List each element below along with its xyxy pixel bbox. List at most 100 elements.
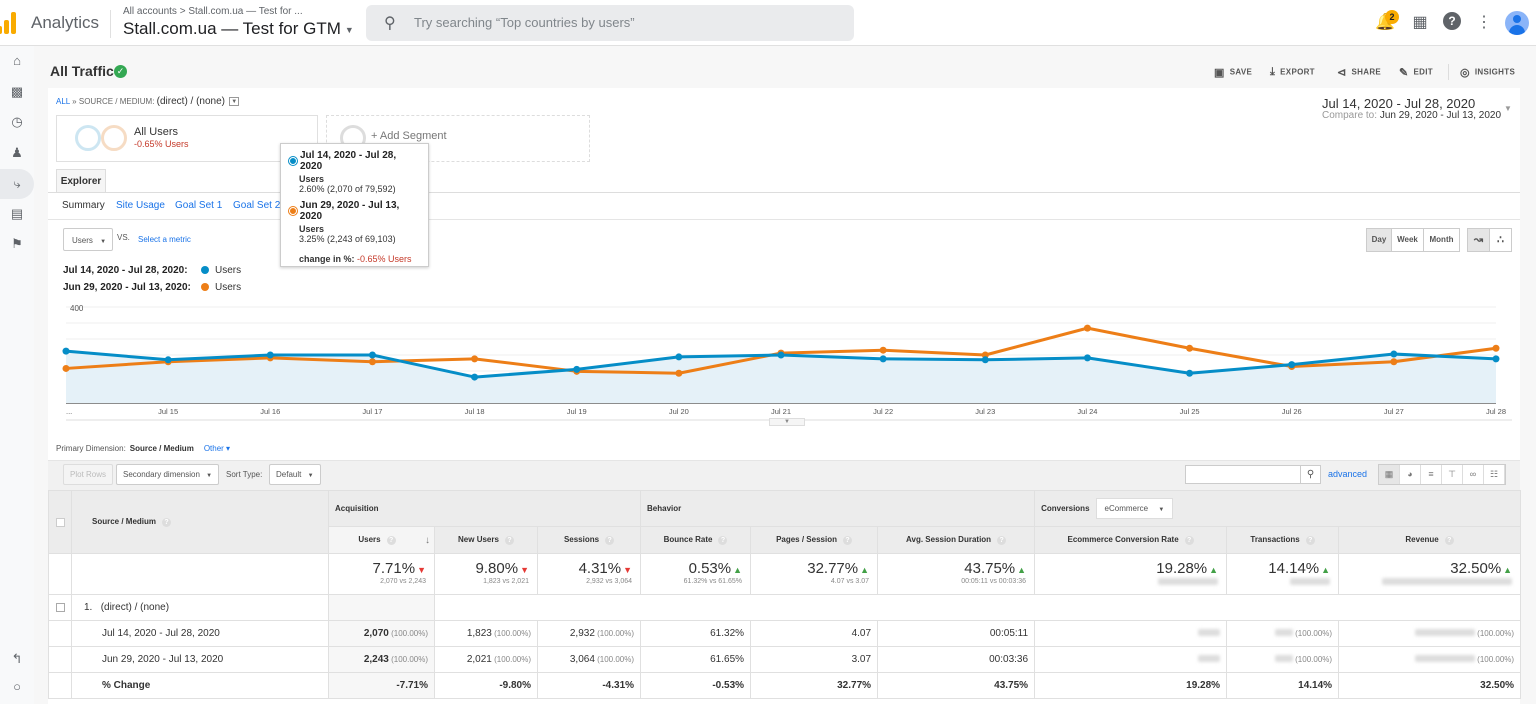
table-cell: 00:03:36	[877, 646, 1036, 673]
breadcrumb-all-link[interactable]: ALL	[56, 97, 70, 106]
chevron-down-icon[interactable]: ▼	[1504, 104, 1512, 113]
save-button[interactable]: ▣ SAVE	[1214, 66, 1252, 79]
subtab-goal-set-1[interactable]: Goal Set 1	[175, 200, 222, 211]
help-icon[interactable]: ?	[1443, 12, 1461, 30]
column-header[interactable]: New Users?	[434, 526, 538, 554]
discover-lightbulb-icon[interactable]: ○	[0, 672, 34, 702]
total-cell: 14.14% ▲	[1226, 553, 1340, 595]
property-selector[interactable]: Stall.com.ua — Test for GTM ▼	[123, 19, 354, 39]
attribution-icon[interactable]: ↰	[0, 644, 34, 674]
other-dimension-link[interactable]: Other ▾	[204, 444, 230, 453]
tooltip-previous-value: 3.25% (2,243 of 69,103)	[299, 234, 396, 244]
breadcrumb-dropdown-icon[interactable]: ▼	[229, 97, 240, 107]
realtime-clock-icon[interactable]: ◷	[0, 107, 34, 137]
sort-type-label: Sort Type:	[226, 470, 263, 479]
total-change-pct: 32.50%	[1450, 560, 1502, 577]
column-header[interactable]: Avg. Session Duration?	[877, 526, 1036, 554]
row-label: % Change	[71, 672, 329, 699]
select-all-checkbox[interactable]	[55, 517, 65, 527]
add-segment-label: + Add Segment	[371, 130, 447, 142]
chart-collapse-handle[interactable]: ▼	[769, 418, 805, 426]
granularity-week-button[interactable]: Week	[1391, 228, 1424, 252]
pivot-view-icon[interactable]: ☷	[1484, 465, 1505, 484]
line-chart-icon[interactable]: ↝	[1467, 228, 1490, 252]
data-point	[1288, 361, 1296, 369]
tab-explorer[interactable]: Explorer	[56, 169, 106, 193]
secondary-dimension-dropdown[interactable]: Secondary dimension ▼	[116, 464, 220, 485]
total-change-pct: 0.53%	[688, 560, 732, 577]
subtab-site-usage[interactable]: Site Usage	[116, 200, 165, 211]
search-icon[interactable]: ⚲	[1300, 466, 1320, 483]
analytics-logo-icon[interactable]	[0, 12, 18, 34]
audience-person-icon[interactable]: ♟	[0, 138, 34, 168]
primary-dimension-value[interactable]: Source / Medium	[130, 444, 194, 453]
total-comparison: 2,070 vs 2,243	[380, 578, 426, 585]
date-range-picker[interactable]: Jul 14, 2020 - Jul 28, 2020	[1322, 96, 1475, 111]
legend-current-metric: Users	[215, 265, 242, 276]
table-cell: -9.80%	[434, 672, 538, 699]
granularity-day-button[interactable]: Day	[1366, 228, 1392, 252]
granularity-month-button[interactable]: Month	[1423, 228, 1460, 252]
subtab-goal-set-2[interactable]: Goal Set 2	[233, 200, 280, 211]
column-header[interactable]: Bounce Rate?	[640, 526, 752, 554]
subtab-summary[interactable]: Summary	[62, 200, 105, 211]
plot-rows-button[interactable]: Plot Rows	[63, 464, 114, 485]
motion-chart-icon[interactable]: ∴	[1489, 228, 1512, 252]
row-dimension-value[interactable]: 1. (direct) / (none)	[71, 594, 329, 621]
select-metric-link[interactable]: Select a metric	[138, 235, 191, 244]
data-point	[368, 358, 376, 366]
comparison-view-icon[interactable]: ⊤	[1442, 465, 1463, 484]
chevron-down-icon: ▼	[344, 24, 354, 35]
arrow-up-icon: ▲	[1503, 565, 1513, 575]
x-tick-label: Jul 24	[1077, 407, 1097, 416]
total-comparison: 1,823 vs 2,021	[483, 578, 529, 585]
total-cell: 9.80% ▼ 1,823 vs 2,021	[434, 553, 538, 595]
acquisition-icon[interactable]: ⤷	[0, 169, 34, 199]
compare-range[interactable]: Compare to: Jun 29, 2020 - Jul 13, 2020	[1322, 110, 1501, 121]
dimension-header[interactable]: Source / Medium?	[71, 490, 329, 554]
users-line-chart: 400200 ...Jul 15Jul 16Jul 17Jul 18Jul 19…	[62, 304, 1512, 421]
table-row: % Change -7.71% -9.80% -4.31% -0.53% 32.77% 43…	[48, 672, 1522, 699]
table-cell: 43.75%	[877, 672, 1036, 699]
table-cell: 2,243 (100.00%)	[328, 646, 435, 673]
export-button[interactable]: ⤓ EXPORT	[1270, 66, 1315, 79]
pie-chart-view-icon[interactable]: ◕	[1400, 465, 1421, 484]
pencil-icon: ✎	[1399, 67, 1409, 79]
sort-type-dropdown[interactable]: Default ▼	[269, 464, 321, 485]
term-cloud-view-icon[interactable]: ∞	[1463, 465, 1484, 484]
column-header[interactable]: Revenue?	[1338, 526, 1522, 554]
column-header[interactable]: Pages / Session?	[750, 526, 879, 554]
edit-button[interactable]: ✎ EDIT	[1399, 66, 1433, 79]
arrow-up-icon: ▲	[1017, 565, 1027, 575]
conversions-flag-icon[interactable]: ⚑	[0, 229, 34, 259]
search-bar[interactable]: ⚲ Try searching “Top countries by users”	[366, 5, 854, 41]
table-row: Jul 14, 2020 - Jul 28, 2020 2,070 (100.00…	[48, 620, 1522, 647]
avatar[interactable]	[1505, 11, 1529, 35]
advanced-filter-link[interactable]: advanced	[1328, 469, 1367, 479]
behavior-icon[interactable]: ▤	[0, 199, 34, 229]
table-cell: 32.77%	[750, 672, 879, 699]
metric-dropdown[interactable]: Users ▼	[63, 228, 113, 251]
customization-icon[interactable]: ▩	[0, 77, 34, 107]
notification-badge: 2	[1385, 10, 1399, 24]
column-header[interactable]: Users? ↓	[328, 526, 435, 554]
total-comparison	[1227, 578, 1331, 587]
sort-arrow-down-icon: ↓	[425, 534, 430, 546]
share-button[interactable]: ⊲ SHARE	[1337, 66, 1381, 79]
help-icon: ?	[842, 536, 852, 545]
total-comparison	[1035, 578, 1219, 587]
total-change-pct: 14.14%	[1268, 560, 1320, 577]
row-checkbox[interactable]	[55, 602, 65, 612]
more-vert-icon[interactable]: ⋮	[1473, 12, 1495, 34]
conversions-dropdown[interactable]: eCommerce ▼	[1095, 498, 1174, 519]
column-header[interactable]: Transactions?	[1226, 526, 1340, 554]
column-header[interactable]: Ecommerce Conversion Rate?	[1034, 526, 1228, 554]
table-search-input[interactable]: ⚲	[1185, 465, 1321, 484]
apps-grid-icon[interactable]: ▦	[1409, 12, 1431, 34]
performance-view-icon[interactable]: ≡	[1421, 465, 1442, 484]
data-table-view-icon[interactable]: ▦	[1379, 465, 1400, 484]
home-icon[interactable]: ⌂	[0, 46, 34, 76]
account-breadcrumb[interactable]: All accounts > Stall.com.ua — Test for .…	[123, 6, 303, 17]
insights-button[interactable]: ◎ INSIGHTS	[1460, 66, 1515, 79]
column-header[interactable]: Sessions?	[536, 526, 642, 554]
